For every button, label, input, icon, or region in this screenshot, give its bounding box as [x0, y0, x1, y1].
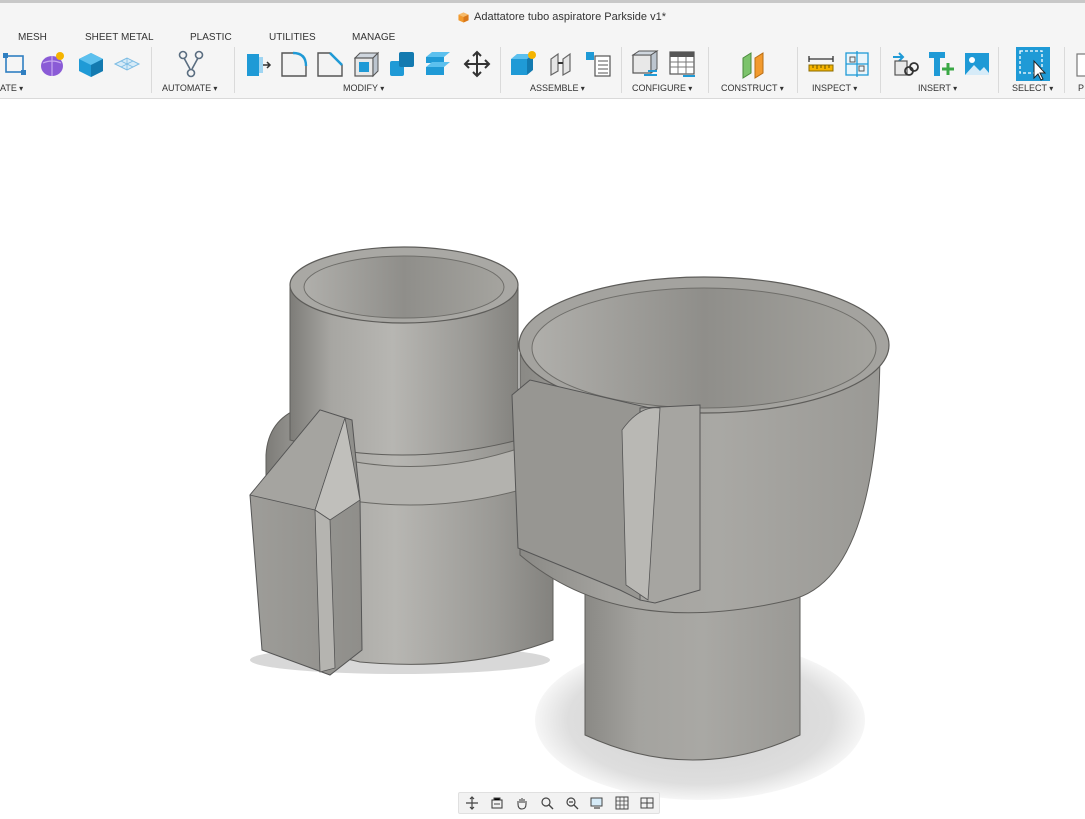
- ribbon-separator: [1064, 47, 1065, 93]
- navigation-bar: [458, 792, 660, 814]
- group-create-label[interactable]: ATE: [0, 83, 23, 93]
- model-render[interactable]: [0, 99, 1085, 814]
- shell-icon[interactable]: [351, 49, 381, 79]
- section-analysis-icon[interactable]: [842, 49, 872, 79]
- group-insert-label[interactable]: INSERT: [918, 83, 957, 93]
- ribbon-separator: [234, 47, 235, 93]
- tab-sheet-metal[interactable]: SHEET METAL: [85, 32, 154, 43]
- measure-icon[interactable]: [806, 49, 836, 79]
- configure-icon[interactable]: [630, 49, 660, 79]
- canvas-viewport[interactable]: [0, 99, 1085, 814]
- ribbon-separator: [500, 47, 501, 93]
- select-icon[interactable]: [1016, 47, 1050, 81]
- configuration-table-icon[interactable]: [667, 49, 697, 79]
- fillet-icon[interactable]: [279, 49, 309, 79]
- move-icon[interactable]: [462, 49, 492, 79]
- ribbon-separator: [880, 47, 881, 93]
- document-title-text: Adattatore tubo aspiratore Parkside v1*: [474, 11, 667, 23]
- ribbon-separator: [998, 47, 999, 93]
- orbit-icon[interactable]: [462, 794, 482, 812]
- group-construct-label[interactable]: CONSTRUCT: [721, 83, 784, 93]
- group-assemble-label[interactable]: ASSEMBLE: [530, 83, 585, 93]
- offset-plane-icon[interactable]: [738, 49, 768, 79]
- grid-icon[interactable]: [612, 794, 632, 812]
- press-pull-icon[interactable]: [243, 49, 273, 79]
- tab-utilities[interactable]: UTILITIES: [269, 32, 316, 43]
- group-position-label[interactable]: P: [1078, 83, 1085, 93]
- ribbon-separator: [621, 47, 622, 93]
- ribbon-separator: [151, 47, 152, 93]
- left-top-opening: [303, 255, 505, 319]
- insert-canvas-icon[interactable]: [962, 49, 992, 79]
- insert-derive-icon[interactable]: [889, 49, 919, 79]
- automate-icon[interactable]: [176, 49, 206, 79]
- display-settings-icon[interactable]: [587, 794, 607, 812]
- form-icon[interactable]: [38, 49, 68, 79]
- right-top-opening: [531, 287, 877, 409]
- box-icon[interactable]: [76, 49, 106, 79]
- toolbar-ribbon: MESH SHEET METAL PLASTIC UTILITIES MANAG…: [0, 31, 1085, 99]
- title-bar: Adattatore tubo aspiratore Parkside v1*: [0, 3, 1085, 31]
- insert-mcmaster-icon[interactable]: [926, 49, 956, 79]
- fit-icon[interactable]: [562, 794, 582, 812]
- group-inspect-label[interactable]: INSPECT: [812, 83, 857, 93]
- orange-cube-icon: [458, 11, 469, 23]
- tab-plastic[interactable]: PLASTIC: [190, 32, 232, 43]
- group-select-label[interactable]: SELECT: [1012, 83, 1053, 93]
- position-icon[interactable]: [1074, 49, 1085, 79]
- ribbon-separator: [797, 47, 798, 93]
- bill-of-materials-icon[interactable]: [583, 49, 613, 79]
- group-automate-label[interactable]: AUTOMATE: [162, 83, 217, 93]
- chamfer-icon[interactable]: [315, 49, 345, 79]
- plane-mesh-icon[interactable]: [112, 49, 142, 79]
- look-at-icon[interactable]: [487, 794, 507, 812]
- tab-manage[interactable]: MANAGE: [352, 32, 395, 43]
- tab-mesh[interactable]: MESH: [18, 32, 47, 43]
- ribbon-separator: [708, 47, 709, 93]
- new-component-icon[interactable]: [508, 49, 538, 79]
- combine-icon[interactable]: [387, 49, 417, 79]
- group-modify-label[interactable]: MODIFY: [343, 83, 384, 93]
- zoom-icon[interactable]: [537, 794, 557, 812]
- viewports-icon[interactable]: [637, 794, 657, 812]
- offset-face-icon[interactable]: [423, 49, 453, 79]
- group-configure-label[interactable]: CONFIGURE: [632, 83, 692, 93]
- pan-icon[interactable]: [512, 794, 532, 812]
- document-title: Adattatore tubo aspiratore Parkside v1*: [458, 11, 666, 23]
- sketch-icon[interactable]: [0, 49, 30, 79]
- joint-icon[interactable]: [546, 49, 576, 79]
